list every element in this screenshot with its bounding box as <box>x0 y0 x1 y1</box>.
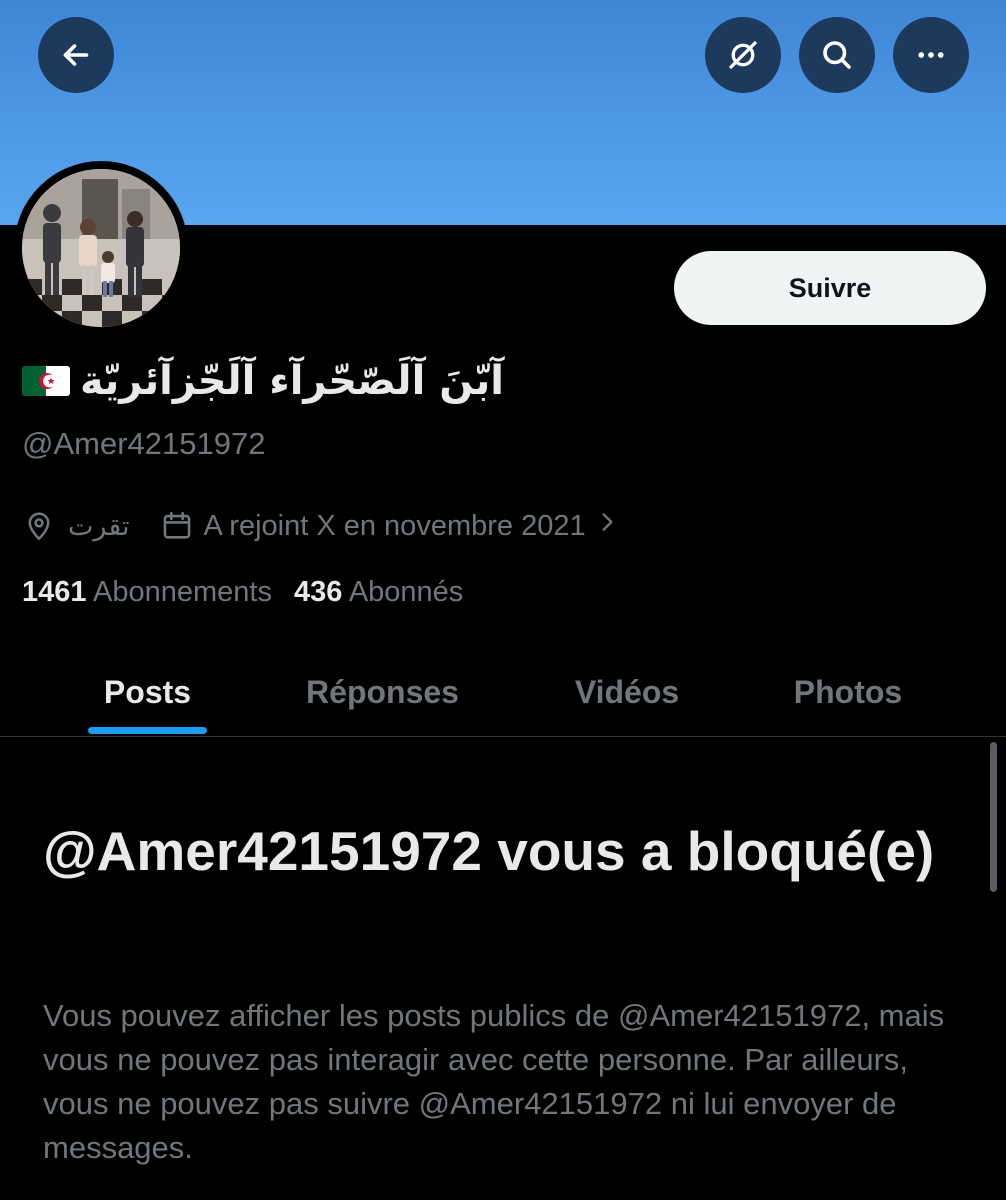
more-button[interactable] <box>893 17 969 93</box>
search-button[interactable] <box>799 17 875 93</box>
tab-replies[interactable]: Réponses <box>280 648 485 736</box>
profile-page: Suivre آبّنَ آلَصّحّرآء آلَجّزآئريّة @Am… <box>0 0 1006 1200</box>
following-label: Abonnements <box>92 576 272 608</box>
followers-label: Abonnés <box>348 576 464 608</box>
avatar-frame <box>14 161 188 335</box>
followers-stat[interactable]: 436 Abonnés <box>294 576 463 609</box>
blocked-description: Vous pouvez afficher les posts publics d… <box>43 998 945 1165</box>
back-button[interactable] <box>38 17 114 93</box>
avatar-photo <box>22 169 180 327</box>
search-icon <box>823 41 851 69</box>
grok-icon <box>729 41 757 69</box>
grok-button[interactable] <box>705 17 781 93</box>
profile-tabs: Posts Réponses Vidéos Photos <box>0 648 1006 737</box>
profile-handle: @Amer42151972 <box>22 426 266 461</box>
blocked-title: @Amer42151972 vous a bloqué(e) <box>43 820 935 882</box>
profile-meta: تقرت A rejoint X en novembre 2021 <box>22 504 620 548</box>
following-count: 1461 <box>22 576 87 608</box>
profile-stats: 1461 Abonnements 436 Abonnés <box>22 576 463 609</box>
display-name: آبّنَ آلَصّحّرآء آلَجّزآئريّة <box>22 350 682 412</box>
joined-date: A rejoint X en novembre 2021 <box>203 509 586 542</box>
tab-photos[interactable]: Photos <box>770 648 926 736</box>
arrow-left-icon <box>63 44 89 66</box>
display-name-text: آبّنَ آلَصّحّرآء آلَجّزآئريّة <box>80 358 504 404</box>
active-tab-indicator <box>88 727 207 734</box>
chevron-right-icon <box>602 513 613 531</box>
location-icon <box>28 512 50 541</box>
calendar-icon <box>163 511 190 539</box>
followers-count: 436 <box>293 576 343 608</box>
location-text: تقرت <box>68 510 130 542</box>
tab-posts[interactable]: Posts <box>88 648 207 736</box>
more-horizontal-icon <box>918 52 944 58</box>
joined-details-link[interactable] <box>594 509 620 543</box>
follow-button[interactable]: Suivre <box>674 251 986 325</box>
avatar[interactable] <box>22 169 180 327</box>
tab-videos[interactable]: Vidéos <box>552 648 702 736</box>
scrollbar[interactable] <box>990 742 997 892</box>
following-stat[interactable]: 1461 Abonnements <box>22 576 272 609</box>
algeria-flag-icon <box>22 366 70 396</box>
